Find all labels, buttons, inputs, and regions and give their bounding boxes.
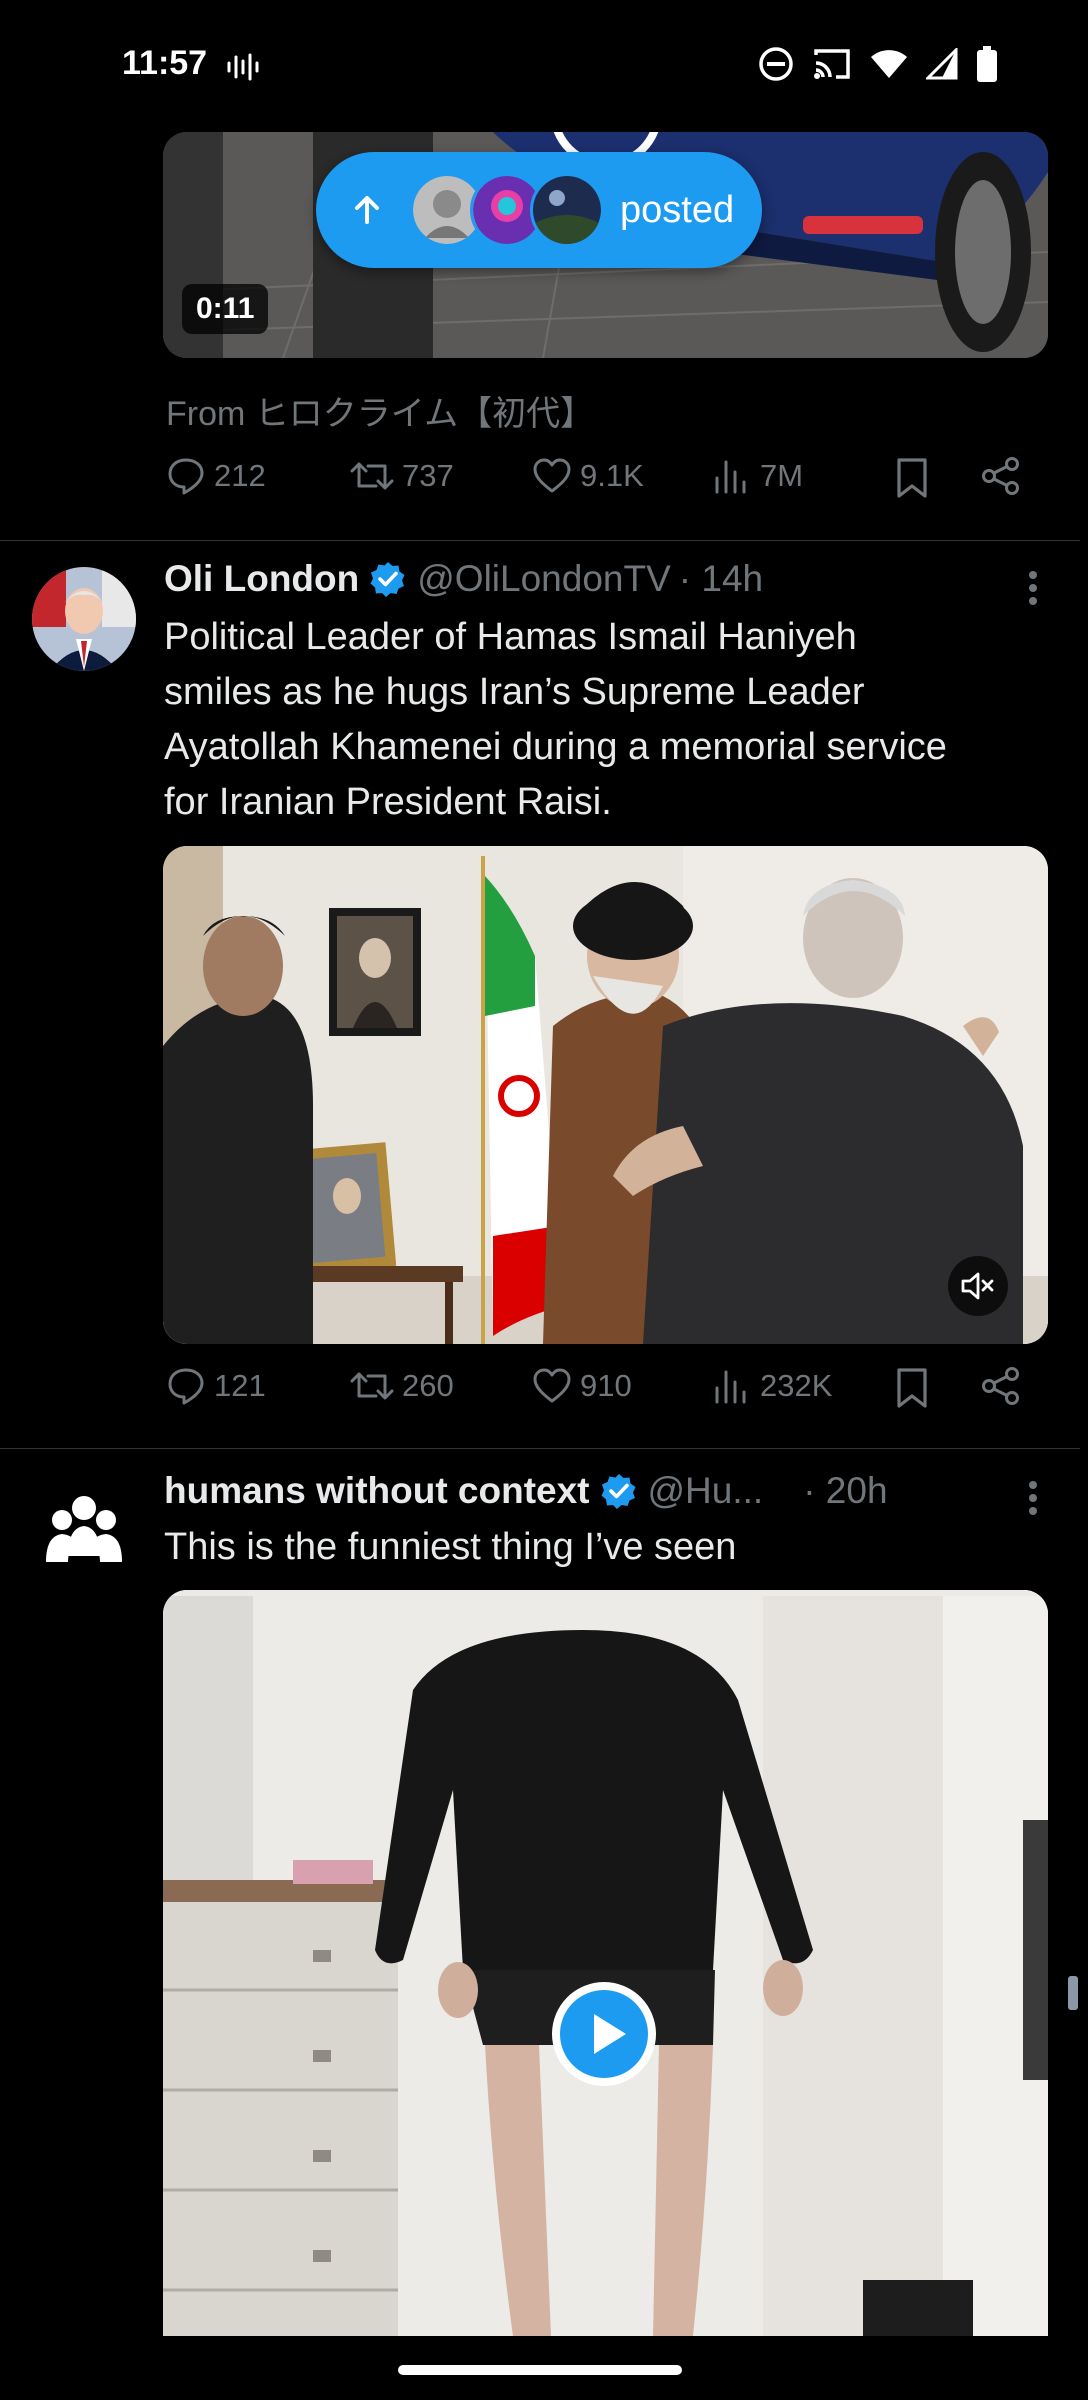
tweet3-video[interactable]	[163, 1590, 1048, 2336]
tweet2-image[interactable]	[163, 846, 1048, 1344]
verified-badge-icon	[370, 562, 405, 597]
avatar[interactable]	[32, 567, 136, 671]
divider	[0, 1448, 1080, 1449]
author-name[interactable]: Oli London	[164, 558, 359, 600]
avatar[interactable]	[32, 1476, 136, 1580]
reply-icon	[168, 1368, 204, 1405]
bookmark-icon	[897, 458, 927, 498]
heart-icon	[533, 1368, 571, 1403]
divider	[0, 540, 1080, 541]
more-options-icon[interactable]	[1028, 570, 1038, 611]
reply-icon	[168, 458, 204, 495]
mute-button[interactable]	[948, 1256, 1008, 1316]
more-options-icon[interactable]	[1028, 1480, 1038, 1521]
bookmark-icon	[897, 1368, 927, 1408]
status-time: 11:57	[122, 44, 208, 82]
home-indicator[interactable]	[398, 2365, 682, 2375]
views-count: 232K	[760, 1368, 833, 1403]
post-time: · 14h	[678, 558, 764, 599]
author-name[interactable]: humans without context	[164, 1470, 590, 1512]
retweet-button[interactable]: 737	[350, 456, 454, 496]
status-icons	[758, 46, 998, 82]
scrollbar[interactable]	[1068, 1976, 1078, 2010]
like-button[interactable]: 9.1K	[532, 456, 644, 496]
arrow-up-icon	[355, 196, 379, 224]
retweet-button[interactable]: 260	[350, 1366, 454, 1406]
share-icon	[982, 457, 1019, 495]
audio-wave-icon	[226, 52, 260, 87]
battery-icon	[976, 46, 998, 82]
views-icon	[715, 460, 746, 494]
retweet-icon	[350, 462, 394, 490]
cast-icon	[812, 47, 852, 81]
pill-label: posted	[620, 188, 735, 231]
do-not-disturb-icon	[758, 46, 794, 82]
reply-count: 121	[214, 1368, 266, 1403]
avatar	[530, 173, 604, 247]
video-duration: 0:11	[182, 284, 269, 334]
bookmark-button[interactable]	[892, 1366, 932, 1410]
source-attribution[interactable]: From ヒロクライム【初代】	[166, 386, 594, 435]
like-button[interactable]: 910	[532, 1366, 632, 1406]
share-icon	[982, 1367, 1019, 1405]
tweet3-header: humans without context @Hu... · 20h	[164, 1470, 888, 1512]
like-count: 9.1K	[580, 458, 644, 493]
share-button[interactable]	[980, 1366, 1022, 1406]
retweet-icon	[350, 1372, 394, 1400]
views-icon	[715, 1370, 746, 1404]
pill-avatars	[410, 173, 604, 247]
author-handle[interactable]: @Hu...	[648, 1470, 764, 1512]
tweet2-header: Oli London @OliLondonTV · 14h	[164, 558, 763, 600]
heart-icon	[533, 458, 571, 493]
bookmark-button[interactable]	[892, 456, 932, 500]
new-posts-pill[interactable]: posted	[316, 152, 762, 268]
reply-button[interactable]: 121	[166, 1366, 266, 1406]
author-handle[interactable]: @OliLondonTV	[417, 558, 671, 600]
like-count: 910	[580, 1368, 632, 1403]
tweet-text: This is the funniest thing I’ve seen	[164, 1526, 737, 1568]
views-button[interactable]: 232K	[712, 1366, 832, 1406]
wifi-icon	[870, 48, 908, 80]
group-icon	[32, 1476, 136, 1580]
verified-badge-icon	[601, 1474, 635, 1509]
views-count: 7M	[760, 458, 804, 493]
share-button[interactable]	[980, 456, 1022, 496]
tweet2-action-bar: 121 260 910 232K	[166, 1366, 1046, 1426]
play-button[interactable]	[552, 1982, 656, 2086]
retweet-count: 260	[402, 1368, 454, 1403]
views-button[interactable]: 7M	[712, 456, 803, 496]
play-icon	[560, 1990, 648, 2078]
tweet1-action-bar: 212 737 9.1K 7M	[166, 456, 1046, 516]
mute-icon	[961, 1272, 994, 1300]
signal-icon	[926, 48, 958, 80]
tweet-text: Political Leader of Hamas Ismail Haniyeh…	[164, 616, 947, 823]
reply-count: 212	[214, 458, 266, 493]
reply-button[interactable]: 212	[166, 456, 266, 496]
retweet-count: 737	[402, 458, 454, 493]
post-time: · 20h	[803, 1470, 888, 1511]
